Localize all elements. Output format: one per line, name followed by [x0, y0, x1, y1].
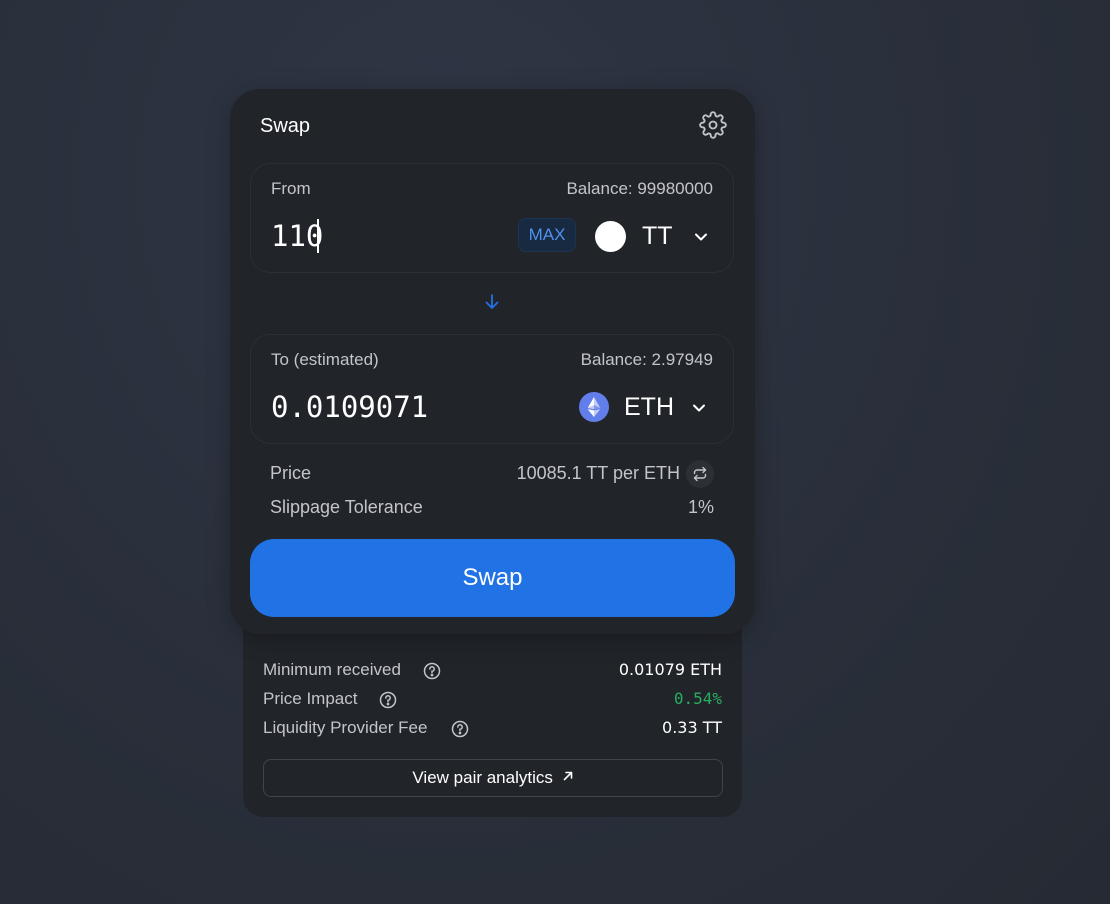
swap-card-header: Swap: [260, 111, 727, 139]
minimum-received-value: 0.01079 ETH: [618, 660, 722, 679]
price-impact-label: Price Impact: [263, 689, 358, 708]
arrow-down-icon[interactable]: [483, 293, 501, 311]
from-token-symbol: TT: [642, 222, 673, 250]
to-token-select[interactable]: ETH: [578, 387, 715, 427]
from-token-select[interactable]: TT: [595, 216, 715, 256]
from-panel: From Balance: 99980000 MAX TT: [250, 163, 734, 273]
view-pair-analytics-button[interactable]: View pair analytics: [263, 759, 723, 797]
gear-icon[interactable]: [699, 111, 727, 139]
to-panel: To (estimated) Balance: 2.97949 ETH: [250, 334, 734, 444]
external-link-arrow-icon: [563, 771, 572, 780]
price-impact-row: Price Impact 0.54%: [263, 689, 722, 711]
slippage-label: Slippage Tolerance: [270, 497, 423, 517]
from-label: From: [271, 179, 311, 198]
invert-price-button[interactable]: [686, 460, 714, 488]
swap-card: Swap From Balance: 99980000 MAX TT To (e…: [230, 89, 755, 634]
question-circle-icon[interactable]: [451, 720, 469, 738]
from-amount-input[interactable]: [271, 216, 491, 256]
price-row: Price 10085.1 TT per ETH: [270, 460, 714, 488]
swap-card-title: Swap: [260, 115, 311, 137]
view-pair-analytics-label: View pair analytics: [412, 768, 553, 787]
price-label: Price: [270, 463, 312, 483]
question-circle-icon[interactable]: [423, 662, 441, 680]
lp-fee-value: 0.33 TT: [662, 718, 722, 737]
from-balance: Balance: 99980000: [566, 179, 713, 198]
repeat-icon: [693, 466, 707, 482]
question-circle-icon[interactable]: [379, 691, 397, 709]
price-value: 10085.1 TT per ETH: [516, 463, 680, 483]
white-token-circle-icon: [595, 221, 626, 252]
slippage-value: 1%: [687, 497, 714, 517]
max-button[interactable]: MAX: [518, 218, 576, 252]
to-label: To (estimated): [271, 350, 379, 369]
swap-button[interactable]: Swap: [250, 539, 735, 617]
chevron-down-icon: [694, 230, 708, 244]
lp-fee-label: Liquidity Provider Fee: [263, 718, 428, 737]
to-token-symbol: ETH: [624, 393, 674, 421]
text-caret: [317, 219, 319, 253]
minimum-received-label: Minimum received: [263, 660, 401, 679]
chevron-down-icon: [692, 401, 706, 415]
to-amount-input[interactable]: [271, 387, 491, 427]
eth-logo-icon: [579, 392, 609, 422]
minimum-received-row: Minimum received 0.01079 ETH: [263, 660, 722, 682]
price-impact-value: 0.54%: [673, 689, 722, 708]
to-balance: Balance: 2.97949: [580, 350, 713, 369]
lp-fee-row: Liquidity Provider Fee 0.33 TT: [263, 718, 722, 740]
slippage-row: Slippage Tolerance 1%: [270, 497, 714, 519]
